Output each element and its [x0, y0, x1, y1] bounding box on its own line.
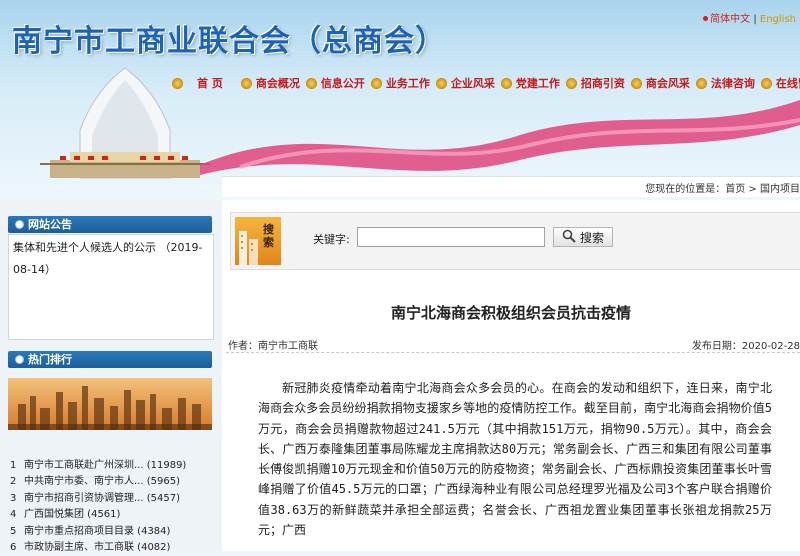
nav-item-investment[interactable]: 招商引资 — [565, 74, 625, 92]
list-item[interactable]: 5 南宁市重点招商项目目录 (4384) — [10, 524, 210, 540]
bullet-icon — [16, 221, 23, 228]
list-item[interactable]: 6 市政协副主席、市工商联 (4082) — [10, 540, 210, 556]
site-title: 南宁市工商业联合会（总商会） — [12, 24, 446, 59]
nav-item-chamber-style[interactable]: 商会风采 — [630, 74, 690, 92]
bullet-icon — [703, 16, 709, 21]
notice-panel-header: 网站公告 — [8, 216, 212, 233]
notice-panel: 集体和先进个人候选人的公示 （2019-08-14） — [8, 234, 214, 340]
magnifier-icon — [562, 229, 576, 246]
list-item[interactable]: 1 南宁市工商联赴广州深圳... (11989) — [10, 458, 210, 474]
city-skyline-image — [8, 378, 212, 430]
list-item[interactable]: 4 广西国悦集团 (4561) — [10, 507, 210, 523]
article-date: 发布日期：2020-02-28 — [691, 341, 800, 352]
lang-simplified-chinese-link[interactable]: 简体中文 — [710, 14, 750, 25]
emblem-icon — [565, 77, 577, 89]
bullet-icon — [16, 356, 23, 363]
breadcrumb-bar: 您现在的位置是：首页 > 国内项目 — [222, 176, 800, 197]
emblem-icon — [240, 77, 252, 89]
emblem-icon — [172, 77, 183, 89]
emblem-icon — [370, 77, 382, 89]
nav-item-message[interactable]: 在线留言 — [760, 74, 800, 92]
emblem-icon — [435, 77, 447, 89]
language-switcher: 简体中文 | English — [703, 10, 796, 25]
emblem-icon — [500, 77, 512, 89]
emblem-icon — [695, 77, 707, 89]
main-content: 搜索 关键字: 搜索 南宁北海商会积极组织会员抗击疫情 作者：南宁市工商联 发布… — [222, 200, 800, 551]
nav-item-home[interactable]: 首 页 — [172, 74, 223, 92]
search-panel: 搜索 关键字: 搜索 — [230, 212, 800, 270]
nav-item-enterprise[interactable]: 企业风采 — [435, 74, 495, 92]
header-banner: 南宁市工商业联合会（总商会） 简体中文 | English 首 页 商会概况 信… — [0, 0, 800, 200]
search-button[interactable]: 搜索 — [553, 227, 613, 247]
lang-english-link[interactable]: English — [760, 14, 796, 25]
search-input[interactable] — [357, 227, 545, 247]
article-author: 作者：南宁市工商联 — [228, 341, 318, 352]
search-tag: 搜索 — [235, 217, 281, 265]
breadcrumb: 您现在的位置是：首页 > 国内项目 — [645, 184, 800, 195]
article-body: 新冠肺炎疫情牵动着南宁北海商会众多会员的心。在商会的发动和组织下，连日来，南宁北… — [258, 381, 772, 538]
emblem-icon — [760, 77, 772, 89]
hot-ranking-header: 热门排行 — [8, 351, 212, 368]
red-ribbon-decoration — [200, 100, 800, 175]
list-item[interactable]: 3 南宁市招商引资协调管理... (5457) — [10, 491, 210, 507]
nav-item-legal[interactable]: 法律咨询 — [695, 74, 755, 92]
keyword-label: 关键字: — [313, 233, 350, 246]
building-icon — [239, 231, 258, 265]
article-title: 南宁北海商会积极组织会员抗击疫情 — [390, 304, 631, 322]
emblem-icon — [630, 77, 642, 89]
notice-link[interactable]: 集体和先进个人候选人的公示 （2019-08-14） — [9, 235, 213, 283]
nav-item-info-disclosure[interactable]: 信息公开 — [305, 74, 365, 92]
divider — [226, 352, 800, 353]
list-item[interactable]: 2 中共南宁市委、南宁市人... (5965) — [10, 474, 210, 490]
emblem-icon — [305, 77, 317, 89]
main-nav: 首 页 商会概况 信息公开 业务工作 企业风采 党建工作 招商引资 商会风采 法… — [172, 74, 800, 92]
nav-item-party-building[interactable]: 党建工作 — [500, 74, 560, 92]
nav-item-business-work[interactable]: 业务工作 — [370, 74, 430, 92]
hot-ranking-list: 1 南宁市工商联赴广州深圳... (11989) 2 中共南宁市委、南宁市人... … — [10, 458, 210, 556]
nav-item-about[interactable]: 商会概况 — [240, 74, 300, 92]
